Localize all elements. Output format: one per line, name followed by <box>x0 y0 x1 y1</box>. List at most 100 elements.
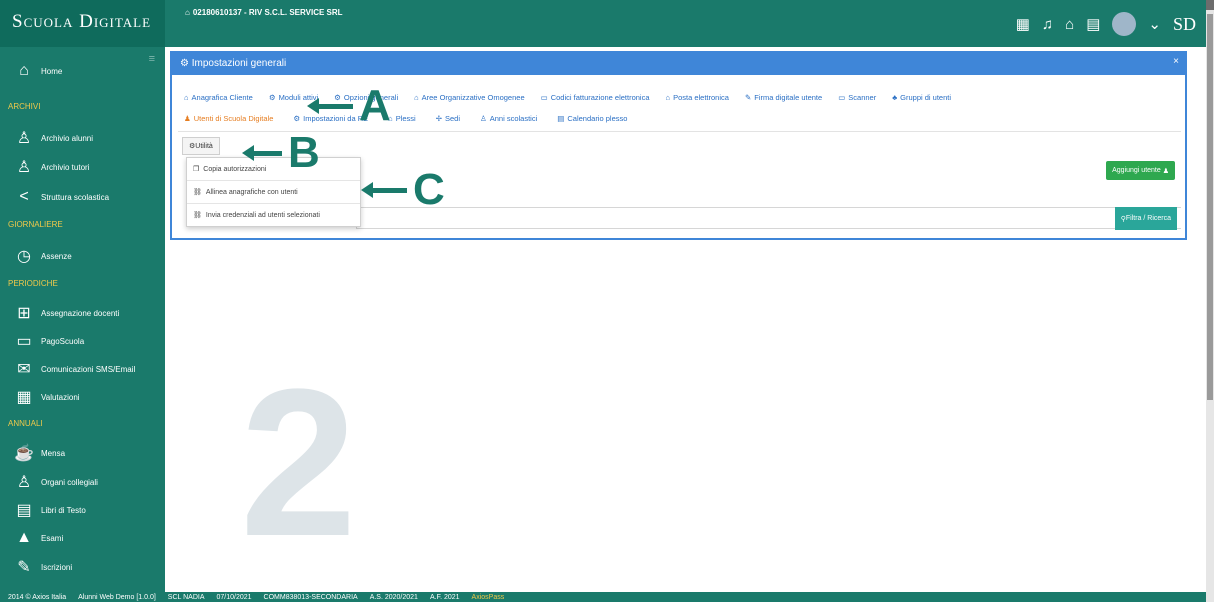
add-user-button[interactable]: Aggiungi utente ♟ <box>1106 161 1175 180</box>
grid-icon: ▦ <box>16 389 32 406</box>
annotation-label-c: C <box>413 165 445 214</box>
sidebar: ≡ ⌂ Home ARCHIVI ♙ Archivio alunni ♙ Archivio … <box>0 47 165 592</box>
close-icon[interactable]: × <box>1173 56 1179 67</box>
sidebar-item-esami[interactable]: ▲ Esami <box>13 527 63 549</box>
footer-date: 07/10/2021 <box>216 593 252 601</box>
sidebar-item-libri-di-testo[interactable]: ▤ Libri di Testo <box>13 499 86 521</box>
sidebar-item-label: Esami <box>41 533 64 543</box>
sidebar-item-label: Valutazioni <box>41 392 80 402</box>
tab-icon: ♙ <box>480 114 487 123</box>
sidebar-item-organi-collegiali[interactable]: ♙ Organi collegiali <box>13 471 98 493</box>
annotation-label-a: A <box>359 81 391 130</box>
sidebar-item-archivio-tutori[interactable]: ♙ Archivio tutori <box>13 156 90 178</box>
sidebar-item-struttura-scolastica[interactable]: < Struttura scolastica <box>13 186 109 208</box>
annotation-arrow-a: A <box>307 84 391 128</box>
scroll-up-button[interactable] <box>1206 0 1214 10</box>
scrollbar[interactable] <box>1206 0 1214 602</box>
annotation-arrow-c: C <box>361 168 445 212</box>
tab-label: Aree Organizzative Omogenee <box>421 93 525 102</box>
tab-label: Sedi <box>445 114 461 123</box>
avatar[interactable] <box>1112 12 1137 36</box>
utility-button-label: Utilità <box>195 142 213 150</box>
tab-label: Utenti di Scuola Digitale <box>193 114 274 123</box>
sidebar-item-comunicazioni-sms-email[interactable]: ✉ Comunicazioni SMS/Email <box>13 358 135 380</box>
tab-anni-scolastici[interactable]: ♙ Anni scolastici <box>480 114 537 123</box>
building-icon[interactable]: ▦ <box>1016 15 1030 33</box>
sidebar-item-label: Archivio tutori <box>41 162 90 172</box>
tab-plessi[interactable]: ⌂ Plessi <box>388 114 416 123</box>
utility-button[interactable]: ⚙ Utilità <box>182 137 220 155</box>
tab-posta-elettronica[interactable]: ⌂ Posta elettronica <box>666 93 729 102</box>
tab-gruppi-di-utenti[interactable]: ♣ Gruppi di utenti <box>892 93 951 102</box>
tab-calendario-plesso[interactable]: ▤ Calendario plesso <box>557 114 627 123</box>
sidebar-section-giornaliere: GIORNALIERE <box>8 220 63 229</box>
tabs-row-2: ♟ Utenti di Scuola Digitale ⚙ Impostazioni … <box>184 114 627 123</box>
footer-school: COMM838013-SECONDARIA <box>263 593 358 601</box>
menu-toggle-icon[interactable]: ≡ <box>149 53 155 65</box>
brand-logo[interactable]: Scuola Digitale <box>0 0 165 47</box>
edit-icon: ✎ <box>17 559 31 576</box>
sidebar-item-assenze[interactable]: ◷ Assenze <box>13 245 72 267</box>
scroll-thumb[interactable] <box>1207 14 1213 400</box>
sidebar-item-label: Assenze <box>41 251 72 261</box>
settings-panel: ⚙ Impostazioni generali × ⌂ Anagrafica Cl… <box>170 51 1187 240</box>
bell-icon[interactable]: ♫ <box>1042 16 1053 33</box>
sidebar-item-label: Comunicazioni SMS/Email <box>41 364 136 374</box>
home-icon: ⌂ <box>185 8 190 17</box>
filter-button[interactable]: ⚲ Filtra / Ricerca <box>1114 207 1177 230</box>
axiospass-link[interactable]: AxiosPass <box>472 594 505 601</box>
tab-anagrafica-cliente[interactable]: ⌂ Anagrafica Cliente <box>184 93 253 102</box>
book-icon: ▤ <box>16 502 32 519</box>
sidebar-item-iscrizioni[interactable]: ✎ Iscrizioni <box>13 556 72 578</box>
footer-fiscal-year: A.F. 2021 <box>429 593 460 601</box>
share-icon: < <box>19 188 29 205</box>
tab-icon: ✢ <box>435 114 442 123</box>
tab-aree-organizzative-omogenee[interactable]: ⌂ Aree Organizzative Omogenee <box>414 93 525 102</box>
sidebar-item-assegnazione-docenti[interactable]: ⊞ Assegnazione docenti <box>13 302 119 324</box>
users-icon: ♙ <box>16 159 32 176</box>
sidebar-item-valutazioni[interactable]: ▦ Valutazioni <box>13 386 80 408</box>
panel-title: Impostazioni generali <box>191 58 287 69</box>
cap-icon: ▲ <box>16 529 32 546</box>
arrow-head <box>361 182 373 198</box>
footer-school-year: A.S. 2020/2021 <box>369 593 418 601</box>
sidebar-item-label: Organi collegiali <box>41 477 98 487</box>
sidebar-section-periodiche: PERIODICHE <box>8 279 58 288</box>
calendar-icon[interactable]: ▤ <box>1086 15 1100 33</box>
tab-label: Posta elettronica <box>673 93 729 102</box>
tab-codici-fatturazione-elettronica[interactable]: ▭ Codici fatturazione elettronica <box>541 93 650 102</box>
tab-icon: ▭ <box>838 93 846 102</box>
home-icon[interactable]: ⌂ <box>1065 16 1074 33</box>
tab-utenti-di-scuola-digitale[interactable]: ♟ Utenti di Scuola Digitale <box>184 114 273 123</box>
tab-icon: ♟ <box>184 114 191 123</box>
filter-bar <box>356 207 1181 229</box>
sidebar-item-label: PagoScuola <box>41 336 85 346</box>
user-icon: ♙ <box>16 130 32 147</box>
sidebar-item-label: Struttura scolastica <box>41 192 110 202</box>
tab-label: Scanner <box>848 93 877 102</box>
arrow-shaft <box>319 103 353 109</box>
sidebar-item-archivio-alunni[interactable]: ♙ Archivio alunni <box>13 127 93 149</box>
divider <box>178 131 1181 132</box>
panel-header: ⚙ Impostazioni generali × <box>172 53 1185 75</box>
sidebar-item-label: Assegnazione docenti <box>41 308 120 318</box>
tab-sedi[interactable]: ✢ Sedi <box>436 114 460 123</box>
home-icon: ⌂ <box>19 62 29 79</box>
sidebar-item-label: Libri di Testo <box>41 505 86 515</box>
sidebar-item-mensa[interactable]: ☕ Mensa <box>13 442 65 464</box>
arrow-shaft <box>373 187 407 193</box>
tab-firma-digitale-utente[interactable]: ✎ Firma digitale utente <box>745 93 822 102</box>
dropdown-item-invia-credenziali-ad-utenti-selezionati[interactable]: ⛓ Invia credenziali ad utenti selezionati <box>187 204 360 226</box>
tab-scanner[interactable]: ▭ Scanner <box>838 93 876 102</box>
tab-icon: ♣ <box>892 93 898 102</box>
people-icon: ♙ <box>16 474 32 491</box>
user-icon: ♟ <box>1160 167 1169 175</box>
sidebar-item-pagoscuola[interactable]: ▭ PagoScuola <box>13 330 84 352</box>
link-icon: ⛓ <box>193 189 202 196</box>
sidebar-item-home[interactable]: ⌂ Home <box>13 60 62 82</box>
dropdown-item-allinea-anagrafiche-con-utenti[interactable]: ⛓ Allinea anagrafiche con utenti <box>187 181 360 203</box>
tab-label: Anagrafica Cliente <box>191 93 253 102</box>
tab-label: Anni scolastici <box>489 114 538 123</box>
chevron-down-icon[interactable]: ⌄ <box>1148 15 1161 33</box>
arrow-shaft <box>254 150 282 156</box>
